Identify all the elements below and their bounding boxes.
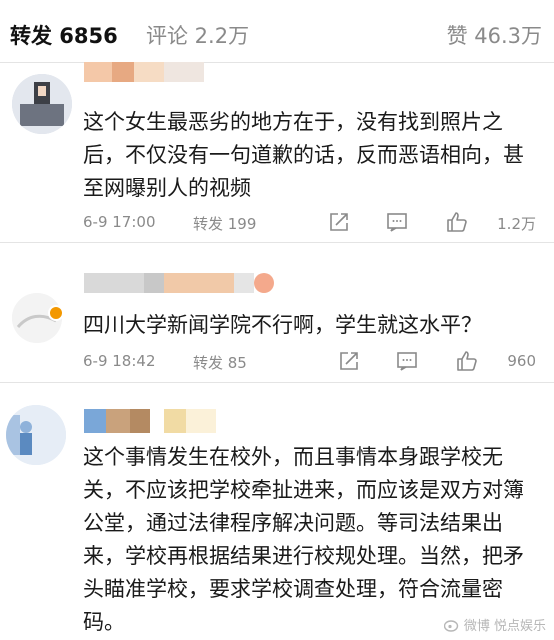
like-icon[interactable] — [445, 210, 469, 234]
weibo-logo-icon — [443, 619, 459, 632]
watermark: 微博 悦点娱乐 — [443, 615, 546, 634]
tab-bar: 转发 6856 评论 2.2万 赞 46.3万 — [0, 0, 554, 62]
comment-item: 四川大学新闻学院不行啊，学生就这水平？ 6-9 18:42 转发 85 960 — [0, 243, 554, 381]
like-icon[interactable] — [455, 349, 479, 373]
avatar[interactable] — [12, 74, 72, 134]
tab-like[interactable]: 赞 46.3万 — [447, 20, 542, 50]
comment-text: 这个事情发生在校外，而且事情本身跟学校无关，不应该把学校牵扯进来，而应该是双方对… — [83, 445, 524, 634]
comment-time: 6-9 18:42 — [83, 352, 156, 370]
avatar[interactable] — [6, 405, 66, 465]
share-icon[interactable] — [327, 210, 351, 234]
comment-time: 6-9 17:00 — [83, 213, 156, 231]
comment-text: 这个女生最恶劣的地方在于，没有找到照片之后，不仅没有一句道歉的话，反而恶语相向，… — [83, 110, 524, 200]
repost-count[interactable]: 转发 85 — [193, 352, 247, 373]
like-count: 1.2万 — [497, 215, 536, 233]
tab-repost[interactable]: 转发 6856 — [10, 20, 118, 50]
comment-icon[interactable] — [385, 210, 409, 234]
username-blurred[interactable] — [84, 409, 244, 433]
comment-item: 这个女生最恶劣的地方在于，没有找到照片之后，不仅没有一句道歉的话，反而恶语相向，… — [0, 62, 554, 242]
tab-comment[interactable]: 评论 2.2万 — [146, 20, 249, 50]
watermark-text: 微博 悦点娱乐 — [463, 619, 546, 634]
username-blurred[interactable] — [84, 62, 204, 82]
avatar-image — [12, 74, 72, 134]
comment-icon[interactable] — [395, 349, 419, 373]
verified-badge — [48, 305, 64, 321]
comment-meta: 6-9 18:42 转发 85 960 — [83, 349, 536, 375]
comment-item: 这个事情发生在校外，而且事情本身跟学校无关，不应该把学校牵扯进来，而应该是双方对… — [0, 383, 554, 640]
share-icon[interactable] — [337, 349, 361, 373]
comment-meta: 6-9 17:00 转发 199 1.2万 — [83, 210, 536, 236]
avatar-image — [6, 405, 66, 465]
comment-text: 四川大学新闻学院不行啊，学生就这水平？ — [83, 313, 482, 337]
username-blurred[interactable] — [84, 273, 294, 293]
repost-count[interactable]: 转发 199 — [193, 213, 256, 234]
like-count: 960 — [507, 352, 536, 370]
